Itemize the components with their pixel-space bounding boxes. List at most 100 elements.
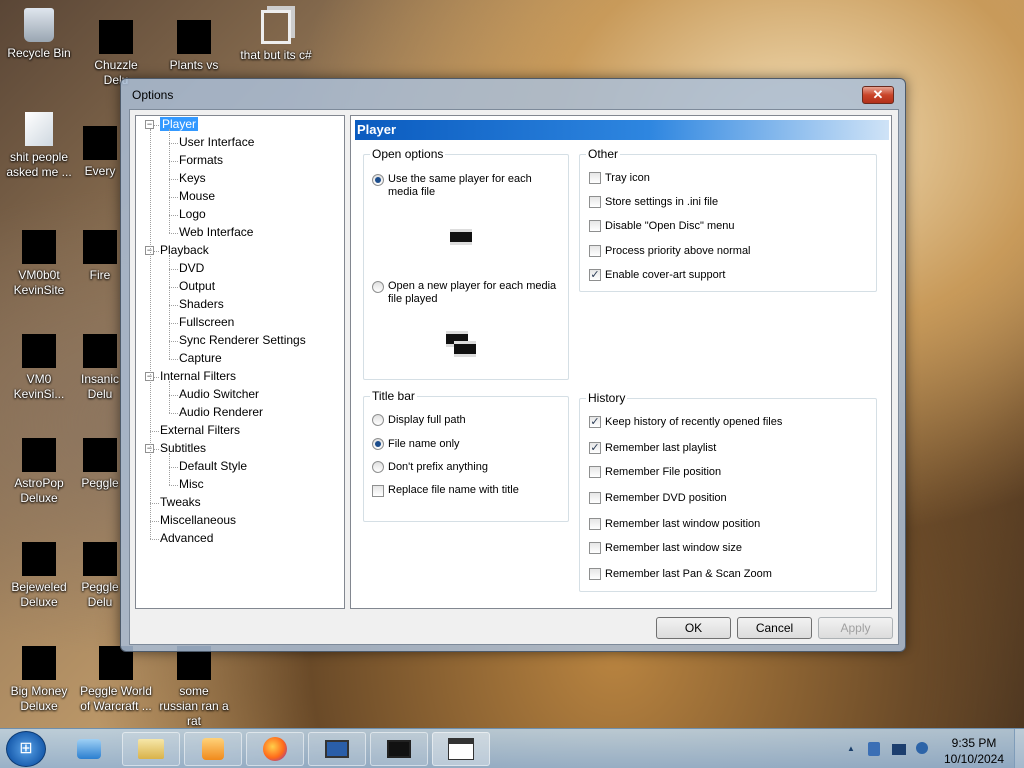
- taskbar-file-explorer[interactable]: [122, 732, 180, 766]
- desktop-icon-plants-vs[interactable]: Plants vs: [156, 20, 232, 73]
- tree-item-default-style[interactable]: Default Style: [179, 458, 247, 475]
- tree-item-internal-filters[interactable]: Internal Filters: [160, 368, 236, 385]
- window-titlebar[interactable]: Options ✕: [121, 79, 905, 109]
- remember-dvd-position-label[interactable]: Remember DVD position: [605, 492, 727, 505]
- tree-item-advanced[interactable]: Advanced: [160, 530, 213, 547]
- ok-button[interactable]: OK: [656, 617, 731, 639]
- same-player-label[interactable]: Use the same player for each media file: [388, 173, 564, 199]
- cover-art-label[interactable]: Enable cover-art support: [605, 269, 725, 282]
- store-ini-checkbox[interactable]: [589, 196, 601, 208]
- remember-playlist-checkbox[interactable]: ✓: [589, 442, 601, 454]
- file-name-only-label[interactable]: File name only: [388, 438, 460, 451]
- same-player-radio[interactable]: [372, 174, 384, 186]
- desktop-icon-shit-people-asked-me[interactable]: shit people asked me ...: [1, 112, 77, 180]
- remember-window-size-checkbox[interactable]: [589, 542, 601, 554]
- cancel-button[interactable]: Cancel: [737, 617, 812, 639]
- remember-playlist-label[interactable]: Remember last playlist: [605, 442, 716, 455]
- tree-item-logo[interactable]: Logo: [179, 206, 206, 223]
- taskbar-mpc-hc[interactable]: [432, 732, 490, 766]
- tree-item-tweaks[interactable]: Tweaks: [160, 494, 201, 511]
- remember-pan-scan-label[interactable]: Remember last Pan & Scan Zoom: [605, 568, 772, 581]
- taskbar-firefox[interactable]: [246, 732, 304, 766]
- new-player-radio[interactable]: [372, 281, 384, 293]
- tree-item-dvd[interactable]: DVD: [179, 260, 204, 277]
- desktop-icon-peggle[interactable]: Peggle: [78, 438, 122, 491]
- new-player-label[interactable]: Open a new player for each media file pl…: [388, 280, 564, 306]
- desktop-icon-every[interactable]: Every: [78, 126, 122, 179]
- tree-item-misc[interactable]: Misc: [179, 476, 204, 493]
- remember-file-position-checkbox[interactable]: [589, 466, 601, 478]
- file-name-only-radio[interactable]: [372, 438, 384, 450]
- desktop-icon-peggle-deluxe[interactable]: Peggle Delu: [78, 542, 122, 610]
- desktop-icon-astropop[interactable]: AstroPop Deluxe: [1, 438, 77, 506]
- desktop-icon-recycle-bin[interactable]: Recycle Bin: [1, 8, 77, 61]
- tree-item-mouse[interactable]: Mouse: [179, 188, 215, 205]
- desktop-icon-big-money[interactable]: Big Money Deluxe: [1, 646, 77, 714]
- desktop-icon-that-but-its-cs[interactable]: that but its c#: [234, 10, 318, 63]
- tree-item-subtitles[interactable]: Subtitles: [160, 440, 206, 457]
- tree-item-audio-renderer[interactable]: Audio Renderer: [179, 404, 263, 421]
- desktop-icon-vm0-kevinsi[interactable]: VM0 KevinSi...: [1, 334, 77, 402]
- disable-open-disc-checkbox[interactable]: [589, 220, 601, 232]
- remember-window-position-label[interactable]: Remember last window position: [605, 518, 760, 531]
- tree-item-player[interactable]: Player: [160, 116, 199, 133]
- display-full-path-label[interactable]: Display full path: [388, 414, 466, 427]
- display-tray-icon[interactable]: [892, 744, 906, 755]
- taskbar-media-center[interactable]: [60, 732, 118, 766]
- start-button[interactable]: ⊞: [6, 731, 46, 767]
- remember-window-size-label[interactable]: Remember last window size: [605, 542, 742, 555]
- desktop-icon-bejeweled[interactable]: Bejeweled Deluxe: [1, 542, 77, 610]
- tree-item-shaders[interactable]: Shaders: [179, 296, 224, 313]
- options-tree[interactable]: Player − User Interface Formats Keys Mouse Log…: [135, 115, 345, 609]
- desktop-icon-fire[interactable]: Fire: [78, 230, 122, 283]
- tray-icon-label[interactable]: Tray icon: [605, 172, 650, 185]
- tray-icon-checkbox[interactable]: [589, 172, 601, 184]
- display-full-path-radio[interactable]: [372, 414, 384, 426]
- network-tray-icon[interactable]: [868, 742, 880, 756]
- cover-art-checkbox[interactable]: ✓: [589, 269, 601, 281]
- tree-item-web-interface[interactable]: Web Interface: [179, 224, 253, 241]
- replace-file-name-checkbox[interactable]: [372, 485, 384, 497]
- process-priority-label[interactable]: Process priority above normal: [605, 245, 751, 258]
- close-button[interactable]: ✕: [862, 86, 894, 104]
- tree-item-audio-switcher[interactable]: Audio Switcher: [179, 386, 259, 403]
- tree-item-keys[interactable]: Keys: [179, 170, 206, 187]
- tree-item-user-interface[interactable]: User Interface: [179, 134, 254, 151]
- disable-open-disc-label[interactable]: Disable "Open Disc" menu: [605, 220, 734, 233]
- show-hidden-icons-icon[interactable]: ▲: [844, 742, 858, 756]
- keep-history-label[interactable]: Keep history of recently opened files: [605, 416, 782, 429]
- taskbar-media-player[interactable]: [184, 732, 242, 766]
- replace-file-name-label[interactable]: Replace file name with title: [388, 484, 519, 497]
- system-clock[interactable]: 9:35 PM 10/10/2024: [938, 735, 1010, 767]
- tree-item-capture[interactable]: Capture: [179, 350, 222, 367]
- remember-window-position-checkbox[interactable]: [589, 518, 601, 530]
- tree-item-sync-renderer-settings[interactable]: Sync Renderer Settings: [179, 332, 306, 349]
- taskbar-screen-app[interactable]: [370, 732, 428, 766]
- remember-dvd-position-checkbox[interactable]: [589, 492, 601, 504]
- dont-prefix-radio[interactable]: [372, 461, 384, 473]
- tree-item-fullscreen[interactable]: Fullscreen: [179, 314, 234, 331]
- desktop-icon-some-russian[interactable]: some russian ran a rat: [156, 646, 232, 729]
- desktop-icon-insaniquarium[interactable]: Insanic Delu: [78, 334, 122, 402]
- show-desktop-button[interactable]: [1014, 729, 1024, 768]
- remember-file-position-label[interactable]: Remember File position: [605, 466, 721, 479]
- desktop-icon-vm0b0t-kevinsite[interactable]: VM0b0t KevinSite: [1, 230, 77, 298]
- keep-history-checkbox[interactable]: ✓: [589, 416, 601, 428]
- tree-item-output[interactable]: Output: [179, 278, 215, 295]
- firefox-icon: [263, 737, 287, 761]
- process-priority-checkbox[interactable]: [589, 245, 601, 257]
- tree-item-miscellaneous[interactable]: Miscellaneous: [160, 512, 236, 529]
- dont-prefix-label[interactable]: Don't prefix anything: [388, 461, 488, 474]
- remember-pan-scan-checkbox[interactable]: [589, 568, 601, 580]
- app-icon: [22, 334, 56, 368]
- taskbar-remote-desktop[interactable]: [308, 732, 366, 766]
- tree-item-playback[interactable]: Playback: [160, 242, 209, 259]
- desktop-icon-peggle-world-of-warcraft[interactable]: Peggle World of Warcraft ...: [78, 646, 154, 714]
- tree-item-external-filters[interactable]: External Filters: [160, 422, 240, 439]
- tree-collapse-icon[interactable]: −: [145, 120, 154, 129]
- recycle-bin-icon: [24, 8, 54, 42]
- tree-connector: [169, 179, 178, 180]
- tree-item-formats[interactable]: Formats: [179, 152, 223, 169]
- volume-tray-icon[interactable]: [916, 742, 928, 754]
- store-ini-label[interactable]: Store settings in .ini file: [605, 196, 718, 209]
